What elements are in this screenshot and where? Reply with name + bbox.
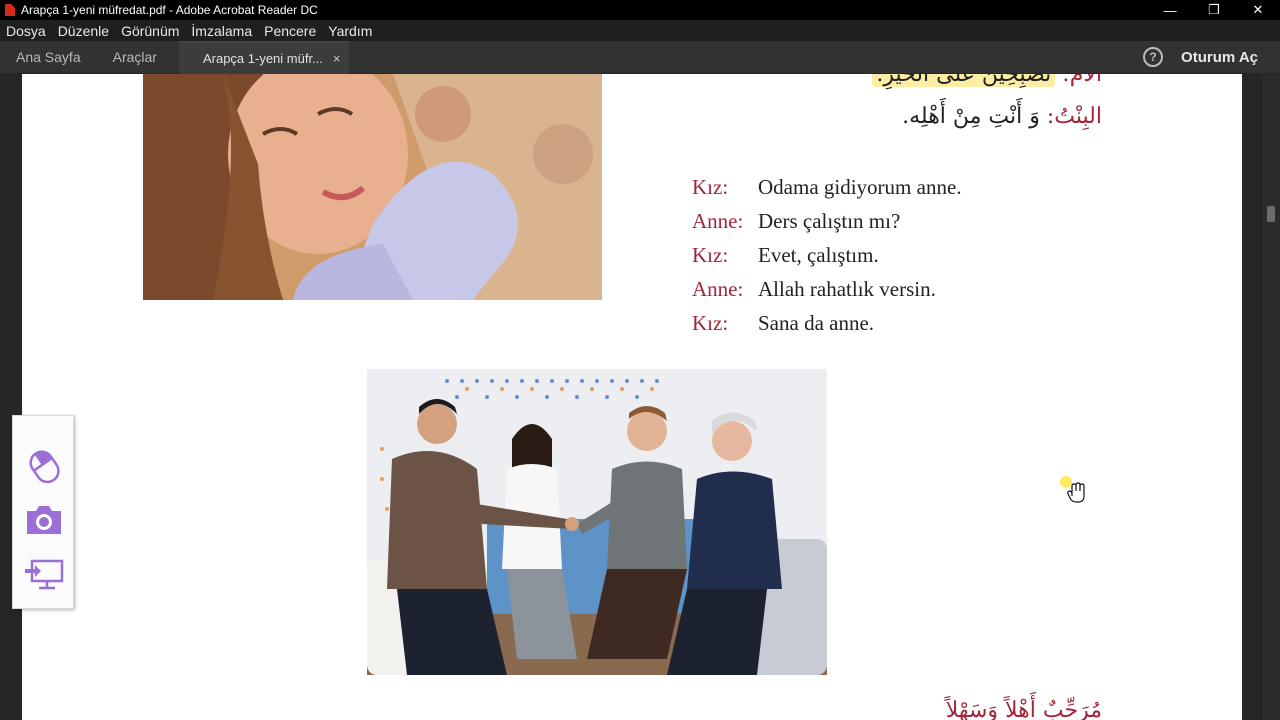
photo-business-meeting bbox=[367, 369, 827, 675]
photo-girl-hugging bbox=[143, 74, 602, 300]
dialogue-text: Sana da anne. bbox=[758, 311, 875, 335]
speaker-label: Anne: bbox=[692, 209, 744, 233]
mouse-icon[interactable] bbox=[22, 444, 66, 488]
dialogue-text: Evet, çalıştım. bbox=[758, 243, 879, 267]
screen-share-icon[interactable] bbox=[22, 552, 66, 596]
hand-cursor-icon bbox=[1060, 476, 1088, 509]
menu-bar: Dosya Düzenle Görünüm İmzalama Pencere Y… bbox=[0, 20, 1280, 41]
minimize-icon[interactable]: — bbox=[1148, 0, 1192, 20]
dialogue-text: Ders çalıştın mı? bbox=[758, 209, 901, 233]
speaker-label: Kız: bbox=[692, 175, 729, 199]
restore-icon[interactable]: ❐ bbox=[1192, 0, 1236, 20]
dialogue-row: Anne: Ders çalıştın mı? bbox=[692, 204, 962, 238]
document-viewer[interactable]: الأم: تُصْبِحِينَ عَلَى الخَيْرِ. البِنْ… bbox=[0, 74, 1280, 720]
dialogue-row: Kız: Sana da anne. bbox=[692, 306, 962, 340]
title-bar: Arapça 1-yeni müfredat.pdf - Adobe Acrob… bbox=[0, 0, 1280, 20]
pdf-page: الأم: تُصْبِحِينَ عَلَى الخَيْرِ. البِنْ… bbox=[22, 74, 1242, 720]
close-icon[interactable]: ✕ bbox=[1236, 0, 1280, 20]
menu-view[interactable]: Görünüm bbox=[115, 23, 185, 39]
dialogue-text: Allah rahatlık versin. bbox=[758, 277, 936, 301]
tab-bar: Ana Sayfa Araçlar Arapça 1-yeni müfr... … bbox=[0, 40, 1280, 74]
menu-edit[interactable]: Düzenle bbox=[52, 23, 115, 39]
dialogue-row: Kız: Odama gidiyorum anne. bbox=[692, 170, 962, 204]
tab-document[interactable]: Arapça 1-yeni müfr... × bbox=[178, 40, 349, 74]
dialogue-block: Kız: Odama gidiyorum anne. Anne: Ders ça… bbox=[692, 170, 962, 340]
speaker-label: Kız: bbox=[692, 243, 729, 267]
tab-document-label: Arapça 1-yeni müfr... bbox=[202, 50, 323, 66]
menu-window[interactable]: Pencere bbox=[258, 23, 322, 39]
menu-file[interactable]: Dosya bbox=[0, 23, 52, 39]
menu-sign[interactable]: İmzalama bbox=[185, 23, 258, 39]
floating-tools-panel bbox=[12, 415, 74, 609]
signin-button[interactable]: Oturum Aç bbox=[1181, 49, 1258, 66]
dialogue-row: Kız: Evet, çalıştım. bbox=[692, 238, 962, 272]
scrollbar-thumb[interactable] bbox=[1267, 206, 1275, 222]
help-icon[interactable]: ? bbox=[1143, 47, 1164, 67]
speaker-label: Kız: bbox=[692, 311, 729, 335]
dialogue-row: Anne: Allah rahatlık versin. bbox=[692, 272, 962, 306]
speaker-label: Anne: bbox=[692, 277, 744, 301]
dialogue-text: Odama gidiyorum anne. bbox=[758, 175, 962, 199]
arabic-line-1: الأم: تُصْبِحِينَ عَلَى الخَيْرِ. bbox=[872, 74, 1102, 87]
tab-tools[interactable]: Araçlar bbox=[97, 41, 173, 74]
menu-help[interactable]: Yardım bbox=[322, 23, 378, 39]
vertical-scrollbar[interactable] bbox=[1262, 74, 1280, 720]
camera-icon[interactable] bbox=[22, 498, 66, 542]
window-title: Arapça 1-yeni müfredat.pdf - Adobe Acrob… bbox=[21, 3, 318, 17]
arabic-bottom-line: مُرَحِّبٌ أَهْلاً وَسَهْلاً bbox=[945, 698, 1102, 720]
pdf-file-icon bbox=[5, 4, 15, 16]
tab-home[interactable]: Ana Sayfa bbox=[0, 41, 97, 74]
tab-close-icon[interactable]: × bbox=[333, 51, 341, 66]
arabic-line-2: البِنْتُ: وَ أَنْتِ مِنْ أَهْلِه. bbox=[902, 104, 1102, 129]
